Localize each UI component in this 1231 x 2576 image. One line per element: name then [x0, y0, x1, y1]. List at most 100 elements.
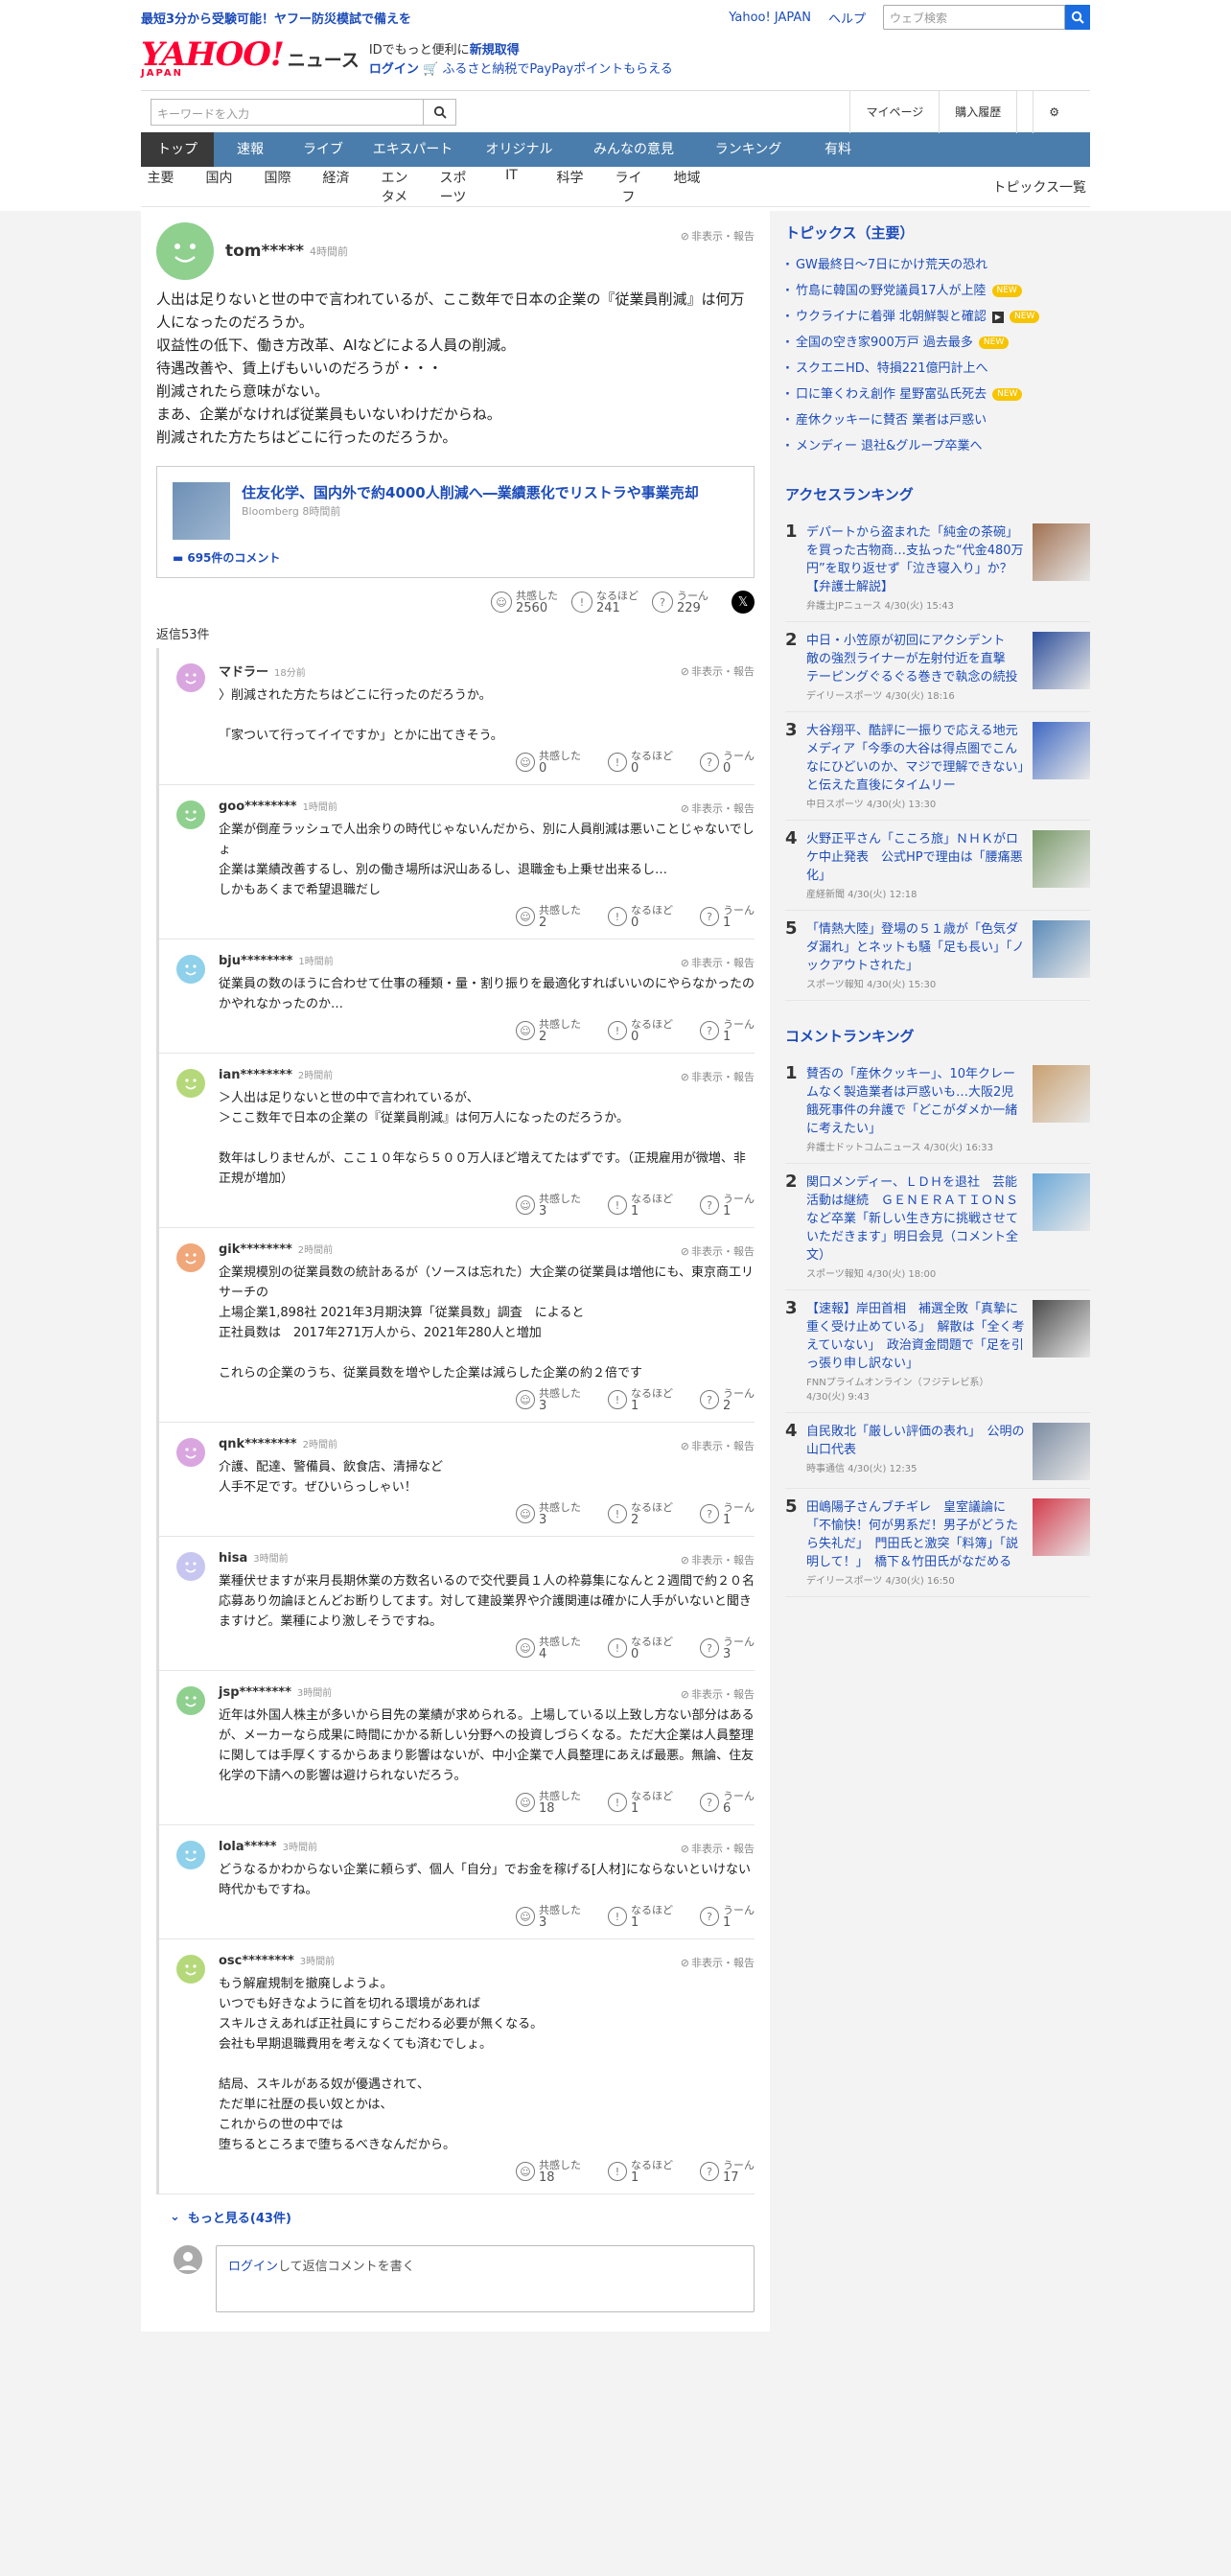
topic-item[interactable]: 全国の空き家900万戸 過去最多NEW — [785, 330, 1090, 356]
hmm-button[interactable]: ? うーん 1 — [700, 1904, 755, 1929]
ranking-title[interactable]: 関口メンディー、ＬＤＨを退社 芸能活動は継続 ＧＥＮＥＲＡＴＩＯＮＳなど卒業「新… — [806, 1173, 1025, 1265]
reply-author[interactable]: bju******** — [219, 954, 292, 968]
hide-report-button[interactable]: ⊘ 非表示・報告 — [681, 228, 755, 244]
understand-button[interactable]: ! なるほど 0 — [608, 904, 673, 929]
article-card[interactable]: 住友化学、国内外で約4000人削減へ―業績悪化でリストラや事業売却 Bloomb… — [156, 466, 755, 578]
hide-report-button[interactable]: ⊘ 非表示・報告 — [681, 1955, 755, 1970]
reply-author[interactable]: hisa — [219, 1551, 247, 1566]
x-share-button[interactable]: 𝕏 — [732, 591, 755, 614]
promo-link[interactable]: 最短3分から受験可能！ヤフー防災模試で備えを — [141, 12, 411, 27]
furusato-link[interactable]: ふるさと納税でPayPayポイントもらえる — [442, 62, 672, 77]
topics-list-link[interactable]: トピックス一覧 — [992, 177, 1086, 197]
help-link[interactable]: ヘルプ — [828, 9, 866, 27]
hide-report-button[interactable]: ⊘ 非表示・報告 — [681, 1069, 755, 1084]
understand-button[interactable]: ! なるほど 2 — [608, 1501, 673, 1526]
hmm-button[interactable]: ? うーん 1 — [700, 1193, 755, 1218]
topic-item[interactable]: 産休クッキーに賛否 業者は戸惑い — [785, 407, 1090, 433]
hmm-button[interactable]: ? うーん 229 — [652, 590, 708, 615]
understand-button[interactable]: ! なるほど 1 — [608, 1904, 673, 1929]
ranking-title[interactable]: 火野正平さん「こころ旅」ＮＨＫがロケ中止発表 公式HPで理由は「腰痛悪化」 — [806, 830, 1025, 885]
empathy-button[interactable]: ☺ 共感した 3 — [516, 1501, 581, 1526]
ranking-item[interactable]: 2 関口メンディー、ＬＤＨを退社 芸能活動は継続 ＧＥＮＥＲＡＴＩＯＮＳなど卒業「… — [785, 1164, 1090, 1290]
understand-button[interactable]: ! なるほど 1 — [608, 1193, 673, 1218]
empathy-button[interactable]: ☺ 共感した 18 — [516, 2159, 581, 2184]
understand-button[interactable]: ! なるほど 1 — [608, 2159, 673, 2184]
hide-report-button[interactable]: ⊘ 非表示・報告 — [681, 1686, 755, 1702]
purchase-history-link[interactable]: 購入履歴 — [939, 90, 1016, 133]
ranking-item[interactable]: 4 火野正平さん「こころ旅」ＮＨＫがロケ中止発表 公式HPで理由は「腰痛悪化」 産経… — [785, 821, 1090, 911]
ranking-item[interactable]: 3 大谷翔平、酷評に一振りで応える地元メディア「今季の大谷は得点圏でこんなにひどい… — [785, 712, 1090, 821]
empathy-button[interactable]: ☺ 共感した 3 — [516, 1387, 581, 1412]
article-title[interactable]: 住友化学、国内外で約4000人削減へ―業績悪化でリストラや事業売却 — [242, 482, 699, 503]
ranking-title[interactable]: デパートから盗まれた「純金の茶碗」を買った古物商…支払った“代金480万円”を取… — [806, 523, 1025, 596]
empathy-button[interactable]: ☺ 共感した 2560 — [491, 590, 558, 615]
ranking-item[interactable]: 5 「情熱大陸」登場の５１歳が「色気ダダ漏れ」とネットも騒「足も長い」「ノックアウ… — [785, 911, 1090, 1001]
web-search-button[interactable] — [1065, 5, 1090, 30]
ranking-item[interactable]: 5 田嶋陽子さんブチギレ 皇室議論に「不愉快！何が男系だ！男子がどうたら失礼だ」 … — [785, 1489, 1090, 1597]
hmm-button[interactable]: ? うーん 6 — [700, 1790, 755, 1815]
register-link[interactable]: 新規取得 — [470, 43, 520, 58]
understand-button[interactable]: ! なるほど 241 — [571, 590, 639, 615]
settings-button[interactable]: ⚙ — [1016, 90, 1090, 133]
topic-item[interactable]: GW最終日〜7日にかけ荒天の恐れ — [785, 252, 1090, 278]
ranking-item[interactable]: 1 デパートから盗まれた「純金の茶碗」を買った古物商…支払った“代金480万円”を… — [785, 514, 1090, 622]
empathy-button[interactable]: ☺ 共感した 18 — [516, 1790, 581, 1815]
reply-author[interactable]: gik******** — [219, 1242, 292, 1257]
gnav-expert[interactable]: エキスパート — [360, 132, 466, 167]
gnav-ranking[interactable]: ランキング — [695, 132, 801, 167]
ranking-title[interactable]: 賛否の「産休クッキー」、10年クレームなく製造業者は戸惑いも…大阪2児餓死事件の… — [806, 1065, 1025, 1138]
snav-item[interactable]: IT — [492, 168, 550, 206]
topic-item[interactable]: 口に筆くわえ創作 星野富弘氏死去NEW — [785, 382, 1090, 407]
snav-item[interactable]: 科学 — [550, 168, 609, 206]
empathy-button[interactable]: ☺ 共感した 2 — [516, 904, 581, 929]
snav-item[interactable]: エンタメ — [375, 168, 433, 206]
ranking-item[interactable]: 4 自民敗北「厳しい評価の表れ」 公明の山口代表 時事通信 4/30(火) 12:3… — [785, 1413, 1090, 1489]
reply-author[interactable]: ian******** — [219, 1068, 292, 1082]
yahoo-news-logo[interactable]: YAHOO! JAPAN ニュース — [141, 38, 360, 79]
hide-report-button[interactable]: ⊘ 非表示・報告 — [681, 801, 755, 816]
hide-report-button[interactable]: ⊘ 非表示・報告 — [681, 1243, 755, 1259]
gnav-original[interactable]: オリジナル — [466, 132, 572, 167]
understand-button[interactable]: ! なるほど 1 — [608, 1790, 673, 1815]
hide-report-button[interactable]: ⊘ 非表示・報告 — [681, 1841, 755, 1856]
reply-author[interactable]: lola***** — [219, 1840, 277, 1854]
web-search-input[interactable]: ウェブ検索 — [883, 5, 1065, 30]
hmm-button[interactable]: ? うーん 1 — [700, 1501, 755, 1526]
topic-item[interactable]: スクエニHD、特損221億円計上へ — [785, 356, 1090, 382]
topic-item[interactable]: 竹島に韓国の野党議員17人が上陸NEW — [785, 278, 1090, 304]
gnav-paid[interactable]: 有料 — [801, 132, 874, 167]
gnav-breaking[interactable]: 速報 — [214, 132, 287, 167]
hide-report-button[interactable]: ⊘ 非表示・報告 — [681, 1552, 755, 1567]
ranking-title[interactable]: 自民敗北「厳しい評価の表れ」 公明の山口代表 — [806, 1423, 1025, 1459]
login-link[interactable]: ログイン — [369, 62, 419, 77]
snav-item[interactable]: 国際 — [258, 168, 316, 206]
hmm-button[interactable]: ? うーん 0 — [700, 750, 755, 775]
keyword-search-input[interactable]: キーワードを入力 — [151, 98, 424, 126]
topic-item[interactable]: ウクライナに着弾 北朝鮮製と確認▶NEW — [785, 304, 1090, 330]
understand-button[interactable]: ! なるほど 1 — [608, 1387, 673, 1412]
ranking-item[interactable]: 1 賛否の「産休クッキー」、10年クレームなく製造業者は戸惑いも…大阪2児餓死事件… — [785, 1056, 1090, 1164]
snav-item[interactable]: 地域 — [667, 168, 726, 206]
hmm-button[interactable]: ? うーん 17 — [700, 2159, 755, 2184]
show-more-button[interactable]: ⌄ もっと見る(43件) — [156, 2194, 755, 2226]
snav-item[interactable]: 経済 — [316, 168, 375, 206]
comment-author[interactable]: tom***** — [225, 242, 304, 261]
understand-button[interactable]: ! なるほど 0 — [608, 750, 673, 775]
reply-author[interactable]: qnk******** — [219, 1437, 297, 1451]
empathy-button[interactable]: ☺ 共感した 3 — [516, 1193, 581, 1218]
reply-author[interactable]: マドラー — [219, 661, 268, 680]
understand-button[interactable]: ! なるほど 0 — [608, 1636, 673, 1660]
empathy-button[interactable]: ☺ 共感した 4 — [516, 1636, 581, 1660]
empathy-button[interactable]: ☺ 共感した 0 — [516, 750, 581, 775]
ranking-title[interactable]: 中日・小笠原が初回にアクシデント 敵の強烈ライナーが左射付近を直撃 テーピングぐ… — [806, 632, 1025, 686]
hmm-button[interactable]: ? うーん 1 — [700, 904, 755, 929]
hmm-button[interactable]: ? うーん 3 — [700, 1636, 755, 1660]
snav-item[interactable]: スポーツ — [433, 168, 492, 206]
hide-report-button[interactable]: ⊘ 非表示・報告 — [681, 1438, 755, 1453]
topic-item[interactable]: メンディー 退社&グループ卒業へ — [785, 433, 1090, 459]
snav-item[interactable]: ライフ — [609, 168, 667, 206]
reply-author[interactable]: osc******** — [219, 1954, 294, 1968]
ranking-title[interactable]: 【速報】岸田首相 補選全敗「真摯に重く受け止めている」 解散は「全く考えていない… — [806, 1300, 1025, 1373]
reply-author[interactable]: goo******** — [219, 800, 297, 814]
hide-report-button[interactable]: ⊘ 非表示・報告 — [681, 955, 755, 970]
